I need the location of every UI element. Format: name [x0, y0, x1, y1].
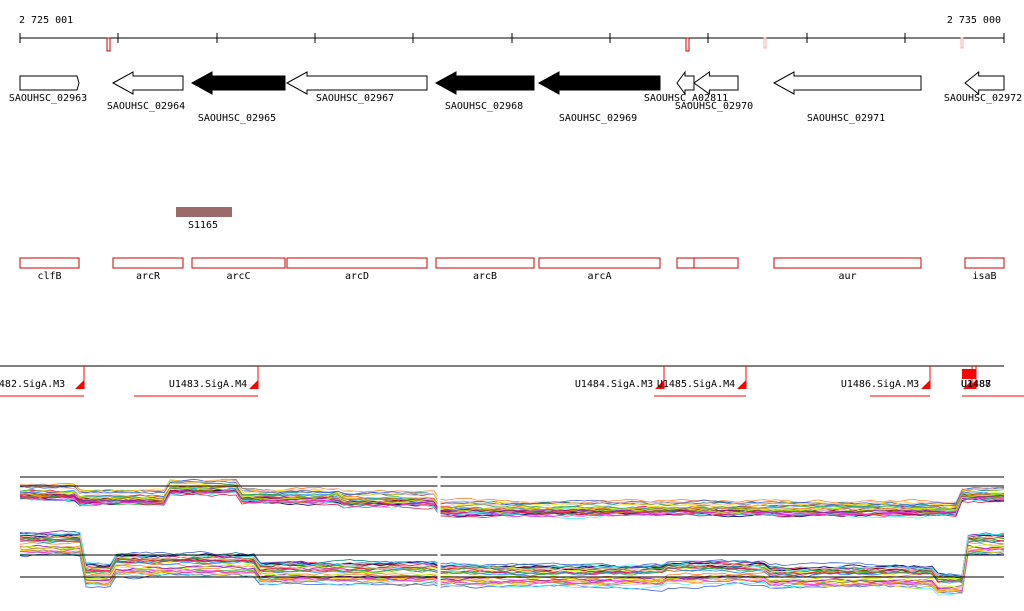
promoter-label: U1488 — [961, 379, 991, 390]
gene-feature[interactable]: SAOUHSC_02971 — [772, 71, 922, 124]
gene-label: SAOUHSC_02970 — [675, 101, 753, 112]
annotation-feature[interactable]: isaB — [964, 257, 1005, 282]
annotation-box[interactable] — [435, 257, 535, 269]
promoter-feature[interactable]: U1484.SigA.M3 — [575, 366, 665, 397]
annotation-label: arcD — [345, 271, 369, 282]
annotation-feature[interactable]: arcB — [435, 257, 535, 282]
annotation-box[interactable] — [19, 257, 80, 269]
gene-label: SAOUHSC_02963 — [9, 93, 87, 104]
annotation-box[interactable] — [693, 257, 739, 269]
gene-arrow[interactable] — [693, 71, 739, 95]
promoter-flag — [737, 380, 746, 389]
gene-arrow[interactable] — [111, 71, 184, 95]
gene-label: SAOUHSC_02972 — [944, 93, 1022, 104]
expression-track — [19, 476, 1005, 596]
gene-feature[interactable]: SAOUHSC_02969 — [537, 71, 661, 124]
gene-label: SAOUHSC_02965 — [198, 113, 276, 124]
promoter-feature[interactable]: U1482.SigA.M3 — [0, 366, 85, 397]
ruler-start-label: 2 725 001 — [19, 15, 73, 26]
annotation-feature[interactable]: arcR — [112, 257, 184, 282]
annotation-box[interactable] — [538, 257, 661, 269]
annotation-label: arcA — [587, 271, 611, 282]
ruler-marker — [106, 37, 111, 52]
gene-arrow[interactable] — [190, 71, 286, 95]
position-ruler: 2 725 001 2 735 000 — [19, 15, 1005, 52]
annotation-box[interactable] — [286, 257, 428, 269]
annotation-feature[interactable]: arcD — [286, 257, 428, 282]
srna-label: S1165 — [188, 220, 218, 231]
promoter-label: U1483.SigA.M4 — [169, 379, 247, 390]
promoter-track: U1482.SigA.M3 U1483.SigA.M4 U1484.SigA.M3 U… — [0, 365, 1024, 397]
gene-feature[interactable]: SAOUHSC_02965 — [190, 71, 286, 124]
srna-feature[interactable] — [176, 207, 232, 217]
promoter-label: U1485.SigA.M4 — [657, 379, 735, 390]
promoter-feature[interactable]: U1486.SigA.M3 — [841, 366, 931, 397]
gene-arrow[interactable] — [964, 70, 1005, 96]
annotation-label: clfB — [37, 271, 61, 282]
gene-label: SAOUHSC_02967 — [316, 93, 394, 104]
promoter-label: U1482.SigA.M3 — [0, 379, 65, 390]
ruler-end-label: 2 735 000 — [947, 15, 1001, 26]
gene-arrow[interactable] — [537, 71, 661, 95]
gene-feature[interactable]: SAOUHSC_02972 — [944, 70, 1022, 104]
promoter-flag — [921, 380, 930, 389]
promoter-block — [962, 369, 976, 379]
gene-feature[interactable]: SAOUHSC_02963 — [9, 75, 87, 104]
gene-arrow[interactable] — [676, 70, 695, 96]
annotation-label: arcC — [226, 271, 250, 282]
annotation-feature[interactable]: clfB — [19, 257, 80, 282]
expression-panel — [19, 530, 1005, 596]
gene-arrow[interactable] — [285, 71, 428, 95]
annotation-box[interactable] — [964, 257, 1005, 269]
expression-line — [19, 538, 1005, 582]
annotation-label: arcR — [136, 271, 161, 282]
gene-label: SAOUHSC_02969 — [559, 113, 637, 124]
gene-label: SAOUHSC_02964 — [107, 101, 185, 112]
genome-browser: 2 725 001 2 735 000 SAOUHSC_02963SAOUHSC… — [0, 15, 1024, 596]
promoter-flag — [249, 380, 258, 389]
annotation-box[interactable] — [676, 257, 695, 269]
srna-track: S1165 — [176, 207, 232, 231]
gene-arrow[interactable] — [772, 71, 922, 95]
ruler-marker — [960, 37, 964, 49]
annotation-track: clfB arcR arcC arcD arcB arcA aur isaB — [19, 257, 1005, 282]
gene-feature[interactable]: SAOUHSC_02967 — [285, 71, 428, 104]
gene-feature[interactable]: SAOUHSC_02968 — [434, 71, 535, 112]
expression-panel — [19, 478, 1005, 520]
promoter-label: U1484.SigA.M3 — [575, 379, 653, 390]
annotation-label: arcB — [473, 271, 497, 282]
annotation-label: aur — [838, 271, 856, 282]
annotation-box[interactable] — [112, 257, 184, 269]
annotation-box[interactable] — [773, 257, 922, 269]
promoter-feature[interactable]: U1483.SigA.M4 — [134, 366, 259, 397]
annotation-feature[interactable]: arcC — [191, 257, 286, 282]
promoter-flag — [75, 380, 84, 389]
ruler-marker — [763, 37, 767, 49]
gene-label: SAOUHSC_02968 — [445, 101, 523, 112]
annotation-feature[interactable] — [676, 257, 695, 269]
gene-label: SAOUHSC_02971 — [807, 113, 885, 124]
promoter-feature[interactable]: U1485.SigA.M4 — [657, 366, 747, 397]
gene-arrow[interactable] — [434, 71, 535, 95]
gene-track: SAOUHSC_02963 SAOUHSC_02964 SAOUHSC_02965 S… — [9, 70, 1022, 124]
gene-arrow[interactable] — [19, 75, 80, 91]
annotation-feature[interactable]: arcA — [538, 257, 661, 282]
annotation-feature[interactable] — [693, 257, 739, 269]
annotation-box[interactable] — [191, 257, 286, 269]
annotation-label: isaB — [972, 271, 996, 282]
ruler-marker — [685, 37, 690, 52]
promoter-label: U1486.SigA.M3 — [841, 379, 919, 390]
annotation-feature[interactable]: aur — [773, 257, 922, 282]
gene-feature[interactable]: SAOUHSC_02964 — [107, 71, 185, 112]
